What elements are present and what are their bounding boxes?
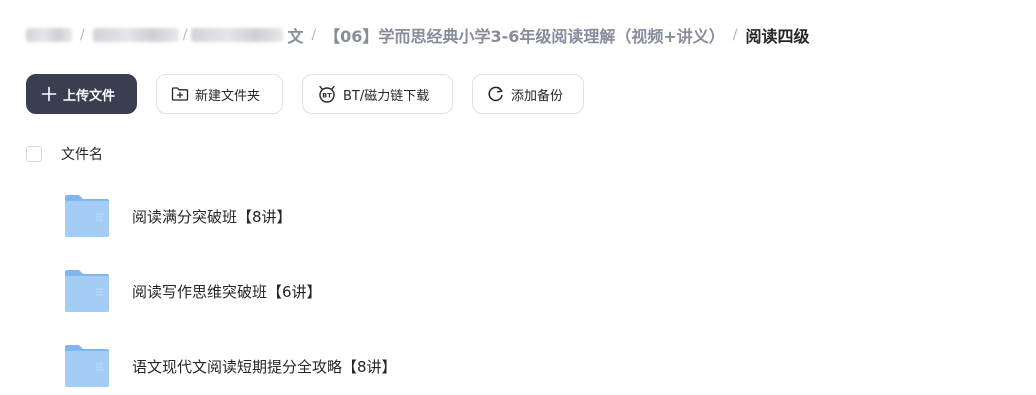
breadcrumb-item-tail[interactable]: 文 <box>287 23 303 47</box>
list-item[interactable]: 语文现代文阅读短期提分全攻略【8讲】 <box>64 344 397 388</box>
file-name[interactable]: 阅读满分突破班【8讲】 <box>132 206 292 227</box>
list-item[interactable]: 阅读满分突破班【8讲】 <box>64 194 292 238</box>
svg-text:BT: BT <box>322 92 332 100</box>
add-backup-button[interactable]: 添加备份 <box>472 74 584 114</box>
breadcrumb-item-blurred-1[interactable] <box>26 28 72 42</box>
file-name[interactable]: 语文现代文阅读短期提分全攻略【8讲】 <box>132 356 397 377</box>
plus-icon <box>41 86 57 102</box>
folder-icon <box>65 345 109 387</box>
breadcrumb-separator: / <box>732 27 738 43</box>
list-item[interactable]: 阅读写作思维突破班【6讲】 <box>64 269 322 313</box>
file-name[interactable]: 阅读写作思维突破班【6讲】 <box>132 281 322 302</box>
sync-icon <box>487 85 505 103</box>
bt-magnet-download-label: BT/磁力链下载 <box>343 88 430 104</box>
breadcrumb-separator: / <box>311 27 317 43</box>
folder-icon <box>65 195 109 237</box>
breadcrumb-item-blurred-2[interactable] <box>92 28 179 42</box>
breadcrumb-current: 阅读四级 <box>745 27 810 46</box>
new-folder-label: 新建文件夹 <box>195 88 261 104</box>
file-list-header: 文件名 <box>26 144 103 164</box>
breadcrumb-item-blurred-3[interactable] <box>191 28 284 42</box>
breadcrumb-item-parent[interactable]: 【06】学而思经典小学3-6年级阅读理解（视频+讲义） <box>324 23 725 47</box>
add-backup-label: 添加备份 <box>511 88 564 104</box>
new-folder-button[interactable]: 新建文件夹 <box>156 74 283 114</box>
column-header-filename[interactable]: 文件名 <box>61 144 103 164</box>
upload-file-button[interactable]: 上传文件 <box>26 74 137 114</box>
breadcrumb-separator: / <box>182 27 188 43</box>
bt-icon: BT <box>317 85 337 103</box>
folder-icon <box>65 270 109 312</box>
select-all-checkbox[interactable] <box>26 146 42 162</box>
breadcrumb-separator: / <box>80 27 85 43</box>
upload-file-label: 上传文件 <box>63 88 116 104</box>
folder-plus-icon <box>171 86 189 102</box>
toolbar: 上传文件 新建文件夹 BT BT/磁力链下载 添加备份 <box>26 74 584 114</box>
breadcrumb: / / 文 / 【06】学而思经典小学3-6年级阅读理解（视频+讲义） / 阅读… <box>26 22 810 48</box>
bt-magnet-download-button[interactable]: BT BT/磁力链下载 <box>302 74 453 114</box>
